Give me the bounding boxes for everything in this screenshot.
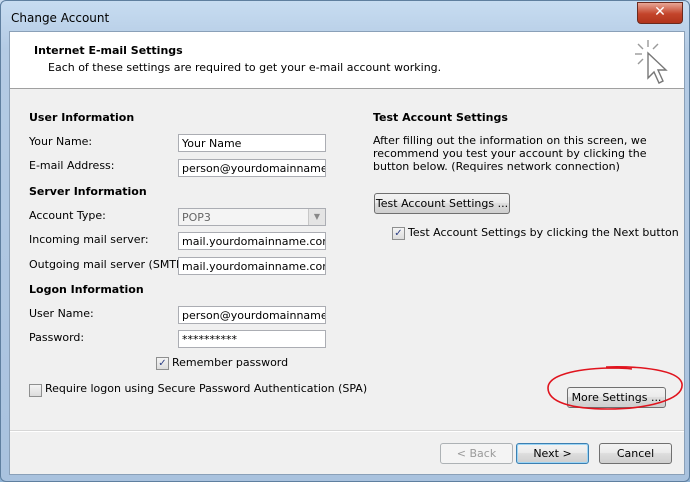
incoming-mail-server-input[interactable]: mail.yourdomainname.com xyxy=(178,232,326,250)
test-account-settings-button[interactable]: Test Account Settings ... xyxy=(374,193,510,214)
password-label: Password: xyxy=(29,331,85,344)
cancel-button[interactable]: Cancel xyxy=(599,443,672,464)
header-subtitle: Each of these settings are required to g… xyxy=(48,61,442,74)
account-type-value: POP3 xyxy=(182,211,211,224)
dialog-header: Internet E-mail Settings Each of these s… xyxy=(10,32,684,89)
email-address-input[interactable]: person@yourdomainname.com xyxy=(178,159,326,177)
test-on-next-label: Test Account Settings by clicking the Ne… xyxy=(408,226,679,239)
email-address-label: E-mail Address: xyxy=(29,159,115,172)
change-account-window: Change Account ✕ Internet E-mail Setting… xyxy=(0,0,690,482)
server-information-heading: Server Information xyxy=(29,185,147,198)
outgoing-mail-server-label: Outgoing mail server (SMTP): xyxy=(29,258,191,271)
remember-password-checkbox[interactable]: ✓ xyxy=(156,357,169,370)
close-icon: ✕ xyxy=(654,4,666,20)
test-on-next-checkbox[interactable]: ✓ xyxy=(392,227,405,240)
your-name-label: Your Name: xyxy=(29,135,93,148)
spa-label: Require logon using Secure Password Auth… xyxy=(45,382,368,395)
incoming-mail-server-label: Incoming mail server: xyxy=(29,233,149,246)
outgoing-mail-server-input[interactable]: mail.yourdomainname.com xyxy=(178,257,326,275)
remember-password-label: Remember password xyxy=(172,356,289,369)
user-name-label: User Name: xyxy=(29,307,94,320)
red-circle-annotation xyxy=(547,366,683,410)
header-title: Internet E-mail Settings xyxy=(34,44,183,57)
logon-information-heading: Logon Information xyxy=(29,283,144,296)
your-name-input[interactable]: Your Name xyxy=(178,134,326,152)
user-information-heading: User Information xyxy=(29,111,135,124)
password-input[interactable]: ********** xyxy=(178,330,326,348)
user-name-input[interactable]: person@yourdomainname.com xyxy=(178,306,326,324)
back-button[interactable]: < Back xyxy=(440,443,513,464)
account-type-dropdown: POP3 ▼ xyxy=(178,208,326,226)
footer-divider xyxy=(10,430,684,432)
window-title: Change Account xyxy=(11,11,110,25)
next-button[interactable]: Next > xyxy=(516,443,589,464)
account-type-label: Account Type: xyxy=(29,209,106,222)
cursor-sparkle-icon xyxy=(635,40,668,84)
test-account-description: After filling out the information on thi… xyxy=(373,134,647,173)
chevron-down-icon: ▼ xyxy=(308,209,325,225)
close-button[interactable]: ✕ xyxy=(637,2,683,24)
test-account-settings-heading: Test Account Settings xyxy=(373,111,508,124)
spa-checkbox[interactable] xyxy=(29,384,42,397)
